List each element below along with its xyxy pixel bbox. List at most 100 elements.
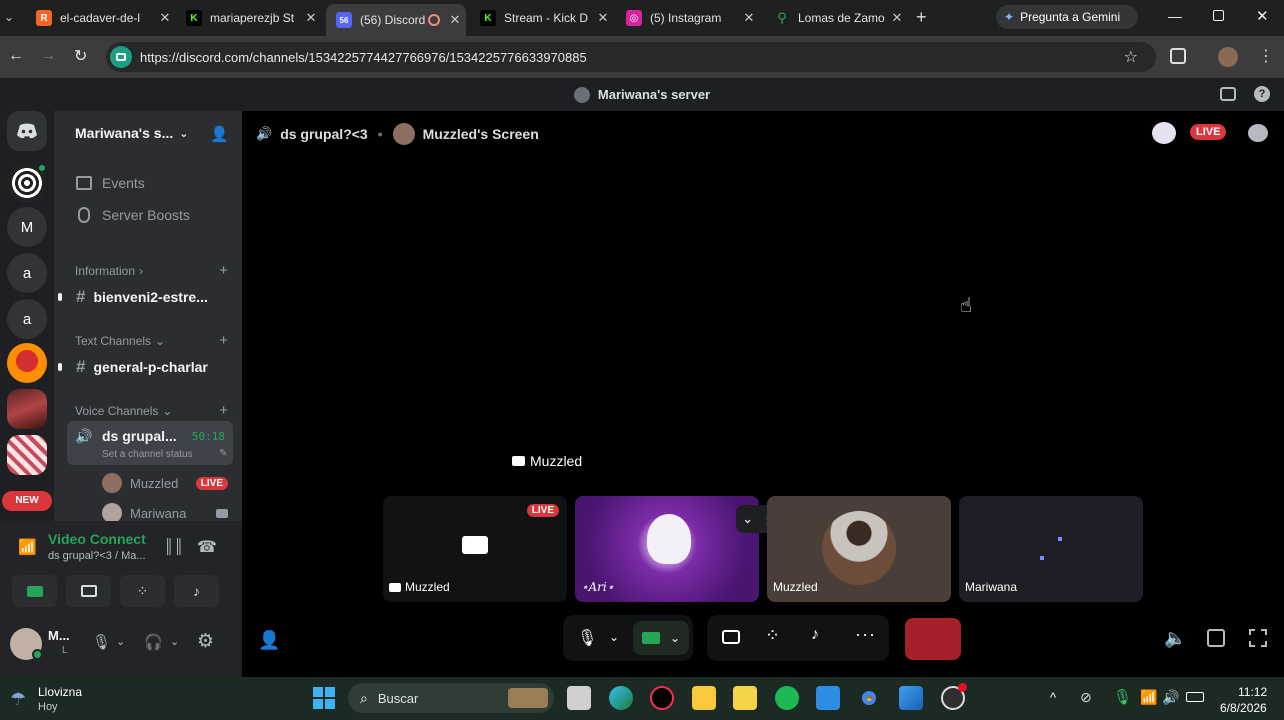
inbox-icon[interactable] xyxy=(1220,87,1236,101)
activities-button[interactable]: ⁘ xyxy=(120,575,165,607)
photos-icon[interactable] xyxy=(899,686,923,710)
stage-channel-name[interactable]: ds grupal?<3 xyxy=(280,126,368,142)
extensions-puzzle-icon[interactable] xyxy=(1170,48,1186,64)
tab-6[interactable]: ⚲ Lomas de Zamo ✕ xyxy=(764,6,908,30)
headphones-icon[interactable]: 🎧 xyxy=(144,633,163,651)
tiktok-icon[interactable] xyxy=(650,686,674,710)
voice-panel-title[interactable]: Video Connect xyxy=(48,531,148,547)
tile-muzzled-camera[interactable]: Muzzled xyxy=(767,496,951,602)
screen-share-icon[interactable] xyxy=(722,630,740,644)
wifi-icon[interactable]: 📶 xyxy=(1140,689,1157,706)
tab-1[interactable]: R el-cadaver-de-l ✕ xyxy=(26,6,176,30)
channel-status-text[interactable]: Set a channel status xyxy=(102,449,193,460)
site-info-icon[interactable] xyxy=(110,46,132,68)
camera-toggle-button[interactable]: ⌄ xyxy=(633,621,689,655)
tab-4[interactable]: K Stream - Kick D ✕ xyxy=(470,6,614,30)
noise-suppression-icon[interactable]: ║║ xyxy=(164,538,184,554)
close-window-button[interactable]: ✕ xyxy=(1256,7,1269,25)
tab-discord-active[interactable]: 56 (56) Discord ✕ xyxy=(326,4,466,36)
soundboard-button[interactable]: ♪ xyxy=(174,575,219,607)
close-tab-icon[interactable]: ✕ xyxy=(154,10,176,26)
voice-user-mariwana[interactable]: Mariwana xyxy=(102,503,228,521)
battery-icon[interactable] xyxy=(1186,692,1204,702)
new-tab-button[interactable]: + xyxy=(916,7,927,28)
tile-ari[interactable]: ⋆Ari⋆ xyxy=(575,496,759,602)
tab-search-chevron-icon[interactable]: ⌄ xyxy=(4,10,14,24)
add-people-icon[interactable]: 👤 xyxy=(258,630,280,651)
pencil-icon[interactable]: ✎ xyxy=(219,448,227,459)
task-view-icon[interactable] xyxy=(567,686,591,710)
chevron-down-icon[interactable]: ⌄ xyxy=(170,635,179,648)
back-arrow-icon[interactable]: ← xyxy=(8,47,24,65)
new-badge[interactable]: NEW xyxy=(2,491,52,511)
reload-icon[interactable]: ↻ xyxy=(74,46,87,66)
bookmark-star-icon[interactable]: ☆ xyxy=(1124,47,1138,67)
channel-bienveni2[interactable]: # bienveni2-estre... xyxy=(58,287,234,307)
sticky-notes-icon[interactable] xyxy=(733,686,757,710)
server-amongus-icon[interactable] xyxy=(7,343,47,383)
close-tab-icon[interactable]: ✕ xyxy=(592,10,614,26)
mic-in-use-icon[interactable]: 🎙 xyxy=(1113,688,1132,706)
chevron-up-icon[interactable]: ^ xyxy=(1050,690,1056,705)
server-pattern-icon[interactable] xyxy=(7,435,47,475)
nav-events[interactable]: Events xyxy=(64,175,234,191)
restore-window-button[interactable] xyxy=(1213,10,1224,21)
server-m[interactable]: M xyxy=(7,207,47,247)
category-information[interactable]: Information › + xyxy=(75,262,228,279)
camera-button[interactable] xyxy=(12,575,57,607)
clock-date[interactable]: 6/8/2026 xyxy=(1220,701,1267,715)
popout-icon[interactable] xyxy=(1207,629,1225,647)
volume-icon[interactable]: 🔈 xyxy=(1164,628,1186,649)
sync-off-icon[interactable]: ⊘ xyxy=(1080,689,1092,706)
tab-5[interactable]: ◎ (5) Instagram ✕ xyxy=(616,6,760,30)
chevron-down-icon[interactable]: ⌄ xyxy=(116,635,125,648)
category-text-channels[interactable]: Text Channels ⌄ + xyxy=(75,332,228,349)
server-a-1[interactable]: a xyxy=(7,253,47,293)
file-explorer-icon[interactable] xyxy=(692,686,716,710)
help-icon[interactable]: ? xyxy=(1254,86,1270,102)
add-channel-icon[interactable]: + xyxy=(219,402,228,419)
server-a-2[interactable]: a xyxy=(7,299,47,339)
minimize-window-button[interactable]: — xyxy=(1168,8,1182,24)
tab-2[interactable]: K mariaperezjb St ✕ xyxy=(176,6,322,30)
forward-arrow-icon[interactable]: → xyxy=(40,47,56,65)
more-options-icon[interactable]: ··· xyxy=(855,624,876,645)
gemini-button[interactable]: ✦ Pregunta a Gemini xyxy=(996,5,1138,29)
server-header[interactable]: Mariwana's s... ⌄ xyxy=(75,125,205,141)
voice-panel-subtitle[interactable]: ds grupal?<3 / Ma... xyxy=(48,550,146,562)
nav-server-boosts[interactable]: Server Boosts xyxy=(64,207,234,223)
voice-user-muzzled[interactable]: Muzzled LIVE xyxy=(102,473,228,493)
close-tab-icon[interactable]: ✕ xyxy=(300,10,322,26)
leave-call-button[interactable] xyxy=(905,618,961,660)
server-spiral-icon[interactable] xyxy=(7,163,47,203)
settings-gear-icon[interactable]: ⚙ xyxy=(197,630,214,653)
spotify-icon[interactable] xyxy=(775,686,799,710)
chrome-icon[interactable] xyxy=(857,686,881,710)
tile-mariwana[interactable]: Mariwana xyxy=(959,496,1143,602)
browser-menu-icon[interactable]: ⋮ xyxy=(1258,46,1274,66)
activities-icon[interactable]: ⁘ xyxy=(765,625,780,646)
category-voice-channels[interactable]: Voice Channels ⌄ + xyxy=(75,402,228,419)
voice-channel-active[interactable]: 🔊 ds grupal... 50:18 Set a channel statu… xyxy=(67,421,233,465)
close-tab-icon[interactable]: ✕ xyxy=(886,10,908,26)
invite-people-icon[interactable]: 👤 xyxy=(210,125,229,143)
weather-title[interactable]: Llovizna xyxy=(38,685,82,699)
clock-time[interactable]: 11:12 xyxy=(1238,685,1267,699)
share-screen-button[interactable] xyxy=(66,575,111,607)
store-icon[interactable] xyxy=(816,686,840,710)
channel-general[interactable]: # general-p-charlar xyxy=(58,357,234,377)
disconnect-icon[interactable]: ☎ xyxy=(197,537,217,557)
close-tab-icon[interactable]: ✕ xyxy=(444,12,466,28)
weather-icon[interactable]: ☂ xyxy=(10,689,26,710)
fullscreen-icon[interactable] xyxy=(1249,629,1267,647)
chevron-down-icon[interactable]: ⌄ xyxy=(609,630,619,644)
discord-home-icon[interactable] xyxy=(7,111,47,151)
microphone-icon[interactable]: 🎙 xyxy=(92,633,111,651)
close-tab-icon[interactable]: ✕ xyxy=(738,10,760,26)
chevron-down-icon[interactable]: ⌄ xyxy=(742,511,753,527)
taskbar-search[interactable]: ⌕ Buscar xyxy=(348,683,554,713)
profile-avatar[interactable] xyxy=(1218,47,1238,67)
volume-icon[interactable]: 🔊 xyxy=(1162,689,1179,706)
edge-icon[interactable] xyxy=(609,686,633,710)
add-channel-icon[interactable]: + xyxy=(219,332,228,349)
